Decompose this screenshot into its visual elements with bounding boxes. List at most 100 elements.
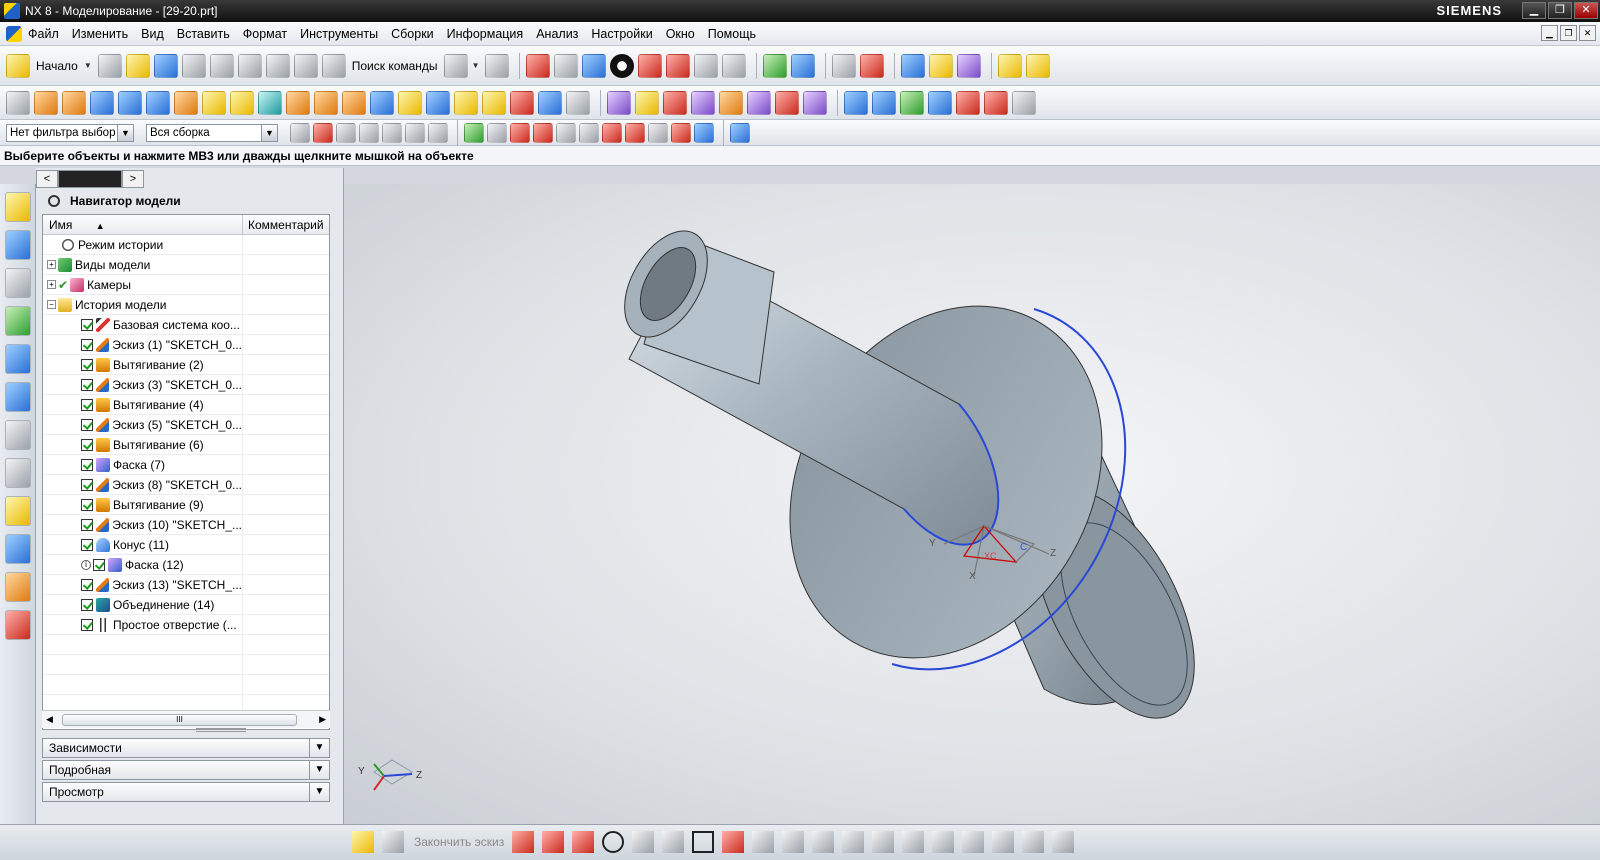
sync-replace-face-icon[interactable] bbox=[691, 90, 715, 115]
show-constraints-icon[interactable] bbox=[1022, 831, 1045, 853]
redo-icon[interactable] bbox=[293, 53, 318, 78]
circle-icon[interactable] bbox=[602, 831, 625, 853]
snap-point-on-face-icon[interactable] bbox=[671, 122, 691, 143]
bounded-plane-icon[interactable] bbox=[928, 90, 952, 115]
body-rule-icon[interactable] bbox=[382, 122, 402, 143]
sync-pattern-icon[interactable] bbox=[775, 90, 799, 115]
visibility-checkbox[interactable] bbox=[81, 418, 93, 431]
rectangle-select-icon[interactable] bbox=[428, 122, 448, 143]
tree-row[interactable]: Фаска (7) bbox=[43, 454, 329, 475]
component-rule-icon[interactable] bbox=[405, 122, 425, 143]
face-blend-icon[interactable] bbox=[984, 90, 1008, 115]
nx-menu-icon[interactable] bbox=[6, 25, 22, 42]
chevron-right-icon[interactable]: > bbox=[122, 170, 144, 188]
menu-analysis[interactable]: Анализ bbox=[536, 27, 578, 41]
revolve-icon[interactable] bbox=[62, 90, 86, 115]
hidden-edges-icon[interactable] bbox=[694, 53, 719, 78]
assembly-navigator-icon[interactable] bbox=[5, 192, 31, 222]
panel-splitter[interactable] bbox=[196, 728, 246, 732]
thicken-icon[interactable] bbox=[566, 90, 590, 115]
chamfer-sketch-icon[interactable] bbox=[662, 831, 685, 853]
type-filter-select[interactable]: Нет фильтра выбор ▼ bbox=[6, 123, 134, 142]
menu-file[interactable]: Файл bbox=[28, 27, 59, 41]
through-curves-icon[interactable] bbox=[872, 90, 896, 115]
scope-filter-select[interactable]: Вся сборка ▼ bbox=[146, 123, 278, 142]
visibility-checkbox[interactable] bbox=[81, 378, 93, 391]
swept-icon[interactable] bbox=[900, 90, 924, 115]
wcs-orient-icon[interactable] bbox=[860, 53, 885, 78]
wcs-display-icon[interactable] bbox=[832, 53, 857, 78]
tree-row[interactable]: Режим истории bbox=[43, 234, 329, 255]
start-icon[interactable] bbox=[6, 53, 30, 78]
tree-row[interactable]: Эскиз (3) "SKETCH_0... bbox=[43, 374, 329, 395]
sew-icon[interactable] bbox=[956, 90, 980, 115]
pin-icon[interactable] bbox=[48, 195, 60, 207]
tree-row[interactable]: Вытягивание (4) bbox=[43, 394, 329, 415]
fit-view-icon[interactable] bbox=[526, 53, 551, 78]
sync-pull-face-icon[interactable] bbox=[635, 90, 659, 115]
snap-existing-point-icon[interactable] bbox=[625, 122, 645, 143]
arc-icon[interactable] bbox=[572, 831, 595, 853]
visibility-checkbox[interactable] bbox=[81, 398, 93, 411]
snap-arc-center-icon[interactable] bbox=[579, 122, 599, 143]
snap-point-on-curve-icon[interactable] bbox=[648, 122, 668, 143]
measure-distance-icon[interactable] bbox=[998, 53, 1023, 78]
process-studio-icon[interactable] bbox=[5, 496, 31, 526]
scroll-right-icon[interactable]: ▶ bbox=[319, 714, 326, 725]
open-folder-icon[interactable] bbox=[125, 53, 150, 78]
cone-icon[interactable] bbox=[146, 90, 170, 115]
model-viewport[interactable]: Y X XC C Z Y Z bbox=[344, 184, 1600, 824]
auto-constrain-icon[interactable] bbox=[962, 831, 985, 853]
visibility-checkbox[interactable] bbox=[81, 338, 93, 351]
touch-mode-icon[interactable] bbox=[443, 53, 468, 78]
doc-minimize-button[interactable]: ▁ bbox=[1541, 25, 1558, 41]
shell-icon[interactable] bbox=[370, 90, 394, 115]
shaded-icon[interactable] bbox=[638, 53, 663, 78]
tree-row[interactable]: Эскиз (10) "SKETCH_... bbox=[43, 514, 329, 535]
snap-enable-icon[interactable] bbox=[464, 122, 484, 143]
selection-icon[interactable] bbox=[485, 53, 510, 78]
background-icon[interactable] bbox=[722, 53, 747, 78]
shaded-with-edges-icon[interactable] bbox=[610, 53, 635, 78]
cube-icon[interactable] bbox=[730, 122, 750, 143]
scroll-left-icon[interactable]: ◀ bbox=[46, 714, 53, 725]
visibility-checkbox[interactable] bbox=[81, 598, 93, 611]
layer-settings-icon[interactable] bbox=[763, 53, 788, 78]
chevron-down-icon[interactable]: ▼ bbox=[261, 124, 277, 141]
show-hide-icon[interactable] bbox=[791, 53, 816, 78]
hole-icon[interactable] bbox=[286, 90, 310, 115]
point-icon[interactable] bbox=[752, 831, 775, 853]
visibility-checkbox[interactable] bbox=[81, 518, 93, 531]
menu-edit[interactable]: Изменить bbox=[72, 27, 128, 41]
collapse-icon[interactable]: − bbox=[47, 300, 56, 309]
tree-row[interactable]: Эскиз (8) "SKETCH_0... bbox=[43, 474, 329, 495]
cylinder-icon[interactable] bbox=[118, 90, 142, 115]
roles-icon[interactable] bbox=[5, 572, 31, 602]
sync-offset-icon[interactable] bbox=[747, 90, 771, 115]
snap-point-icon[interactable] bbox=[929, 53, 954, 78]
chevron-down-icon[interactable]: ▼ bbox=[84, 61, 92, 70]
quick-extend-icon[interactable] bbox=[842, 831, 865, 853]
system-materials-icon[interactable] bbox=[5, 458, 31, 488]
tree-row[interactable]: Эскиз (5) "SKETCH_0... bbox=[43, 414, 329, 435]
expand-icon[interactable]: + bbox=[47, 260, 56, 269]
visibility-checkbox[interactable] bbox=[81, 318, 93, 331]
tree-row[interactable]: Объединение (14) bbox=[43, 594, 329, 615]
menu-window[interactable]: Окно bbox=[666, 27, 695, 41]
visibility-checkbox[interactable] bbox=[81, 618, 93, 631]
tree-row[interactable]: Простое отверстие (... bbox=[43, 614, 329, 635]
visibility-checkbox[interactable] bbox=[81, 538, 93, 551]
polygon-icon[interactable] bbox=[722, 831, 745, 853]
sync-resize-icon[interactable] bbox=[719, 90, 743, 115]
mirror-icon[interactable] bbox=[454, 90, 478, 115]
sync-delete-face-icon[interactable] bbox=[663, 90, 687, 115]
tree-row[interactable]: Вытягивание (6) bbox=[43, 434, 329, 455]
chevron-down-icon[interactable]: ▼ bbox=[309, 739, 329, 757]
quick-trim-icon[interactable] bbox=[812, 831, 835, 853]
tree-row[interactable]: Базовая система коо... bbox=[43, 314, 329, 335]
sync-move-face-icon[interactable] bbox=[607, 90, 631, 115]
offset-face-icon[interactable] bbox=[538, 90, 562, 115]
visibility-checkbox[interactable] bbox=[81, 478, 93, 491]
web-browser-icon[interactable] bbox=[5, 382, 31, 412]
draft-icon[interactable] bbox=[398, 90, 422, 115]
